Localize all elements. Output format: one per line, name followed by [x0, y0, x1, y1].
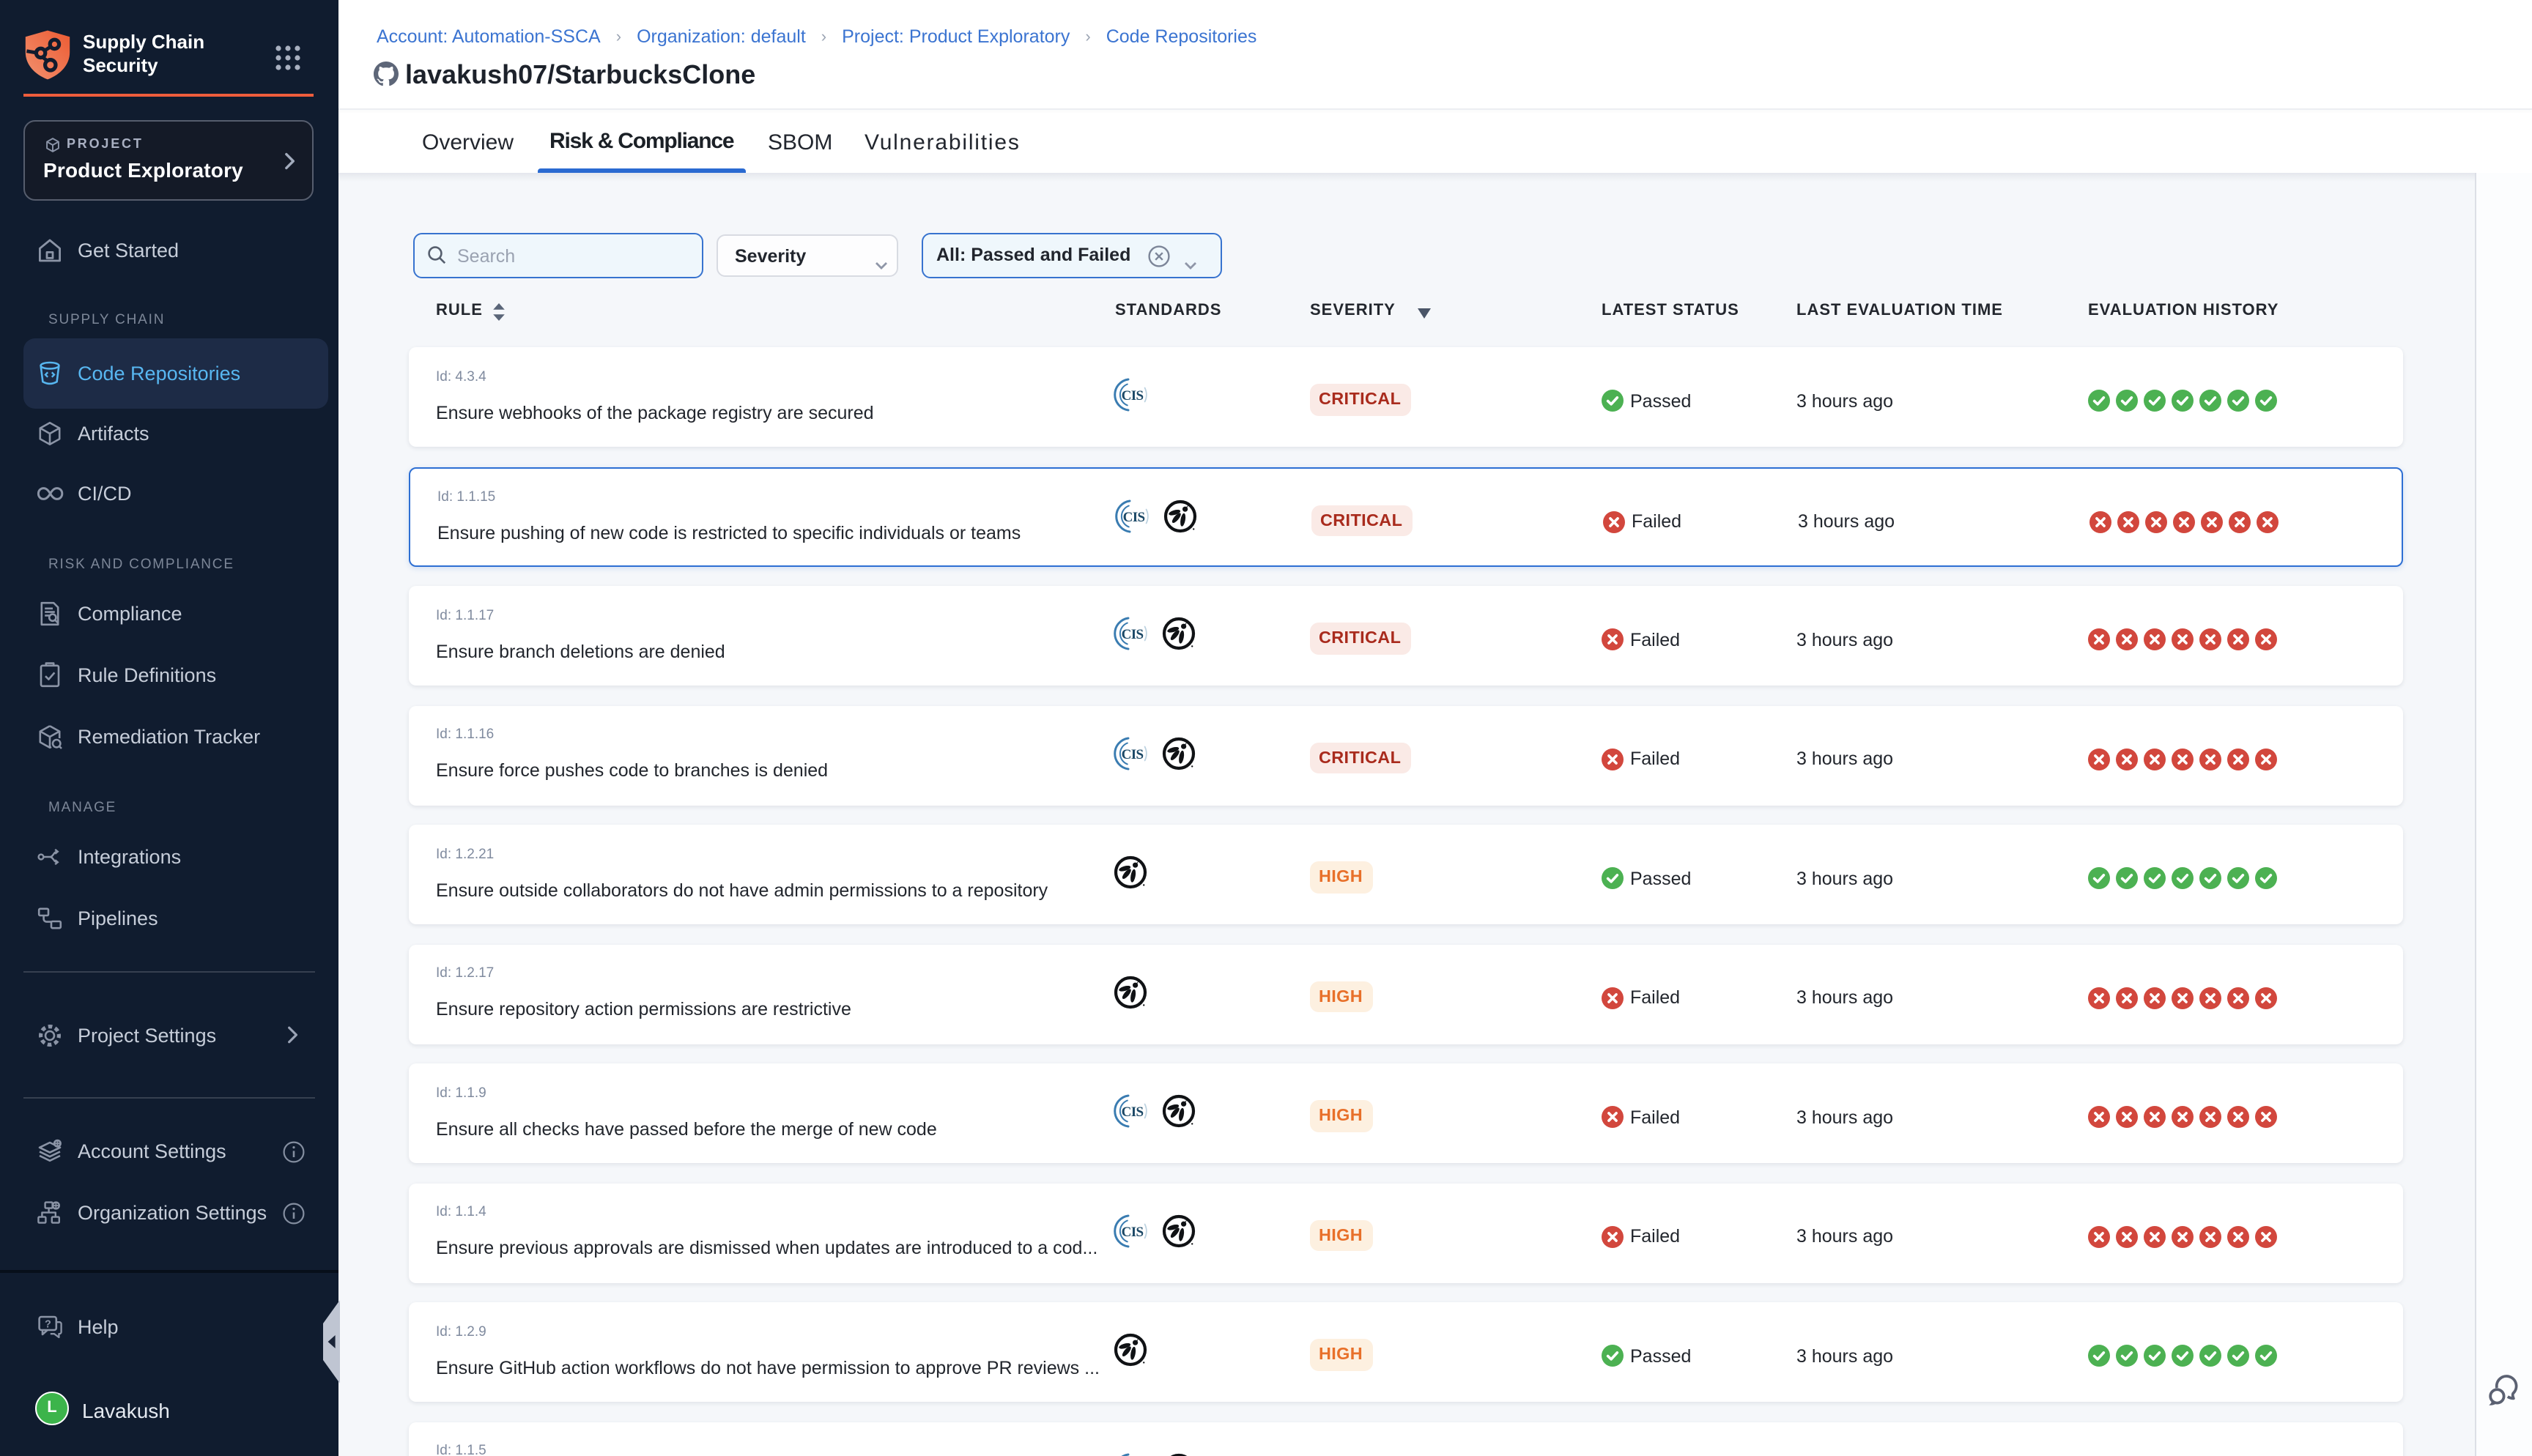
svg-text:CIS: CIS	[1121, 1104, 1143, 1120]
svg-text:CIS: CIS	[1122, 509, 1144, 524]
svg-text:CIS: CIS	[1121, 627, 1143, 642]
svg-text:CIS: CIS	[1121, 1224, 1143, 1239]
svg-text:CIS: CIS	[1121, 746, 1143, 762]
svg-text:CIS: CIS	[1121, 388, 1143, 404]
svg-text:?: ?	[45, 1318, 51, 1330]
